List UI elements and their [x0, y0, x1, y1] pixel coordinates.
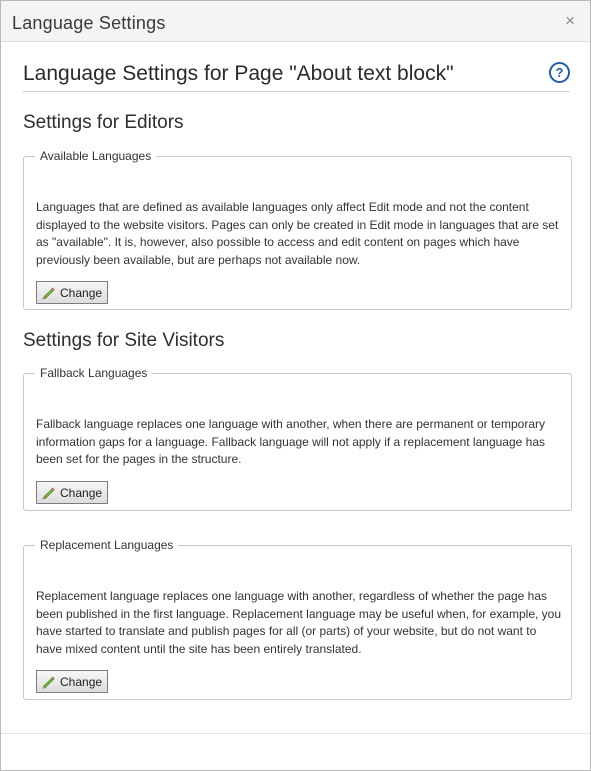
pencil-icon: [41, 287, 55, 300]
change-button-label: Change: [60, 285, 103, 300]
dialog-title: Language Settings: [12, 13, 166, 33]
fallback-languages-legend: Fallback Languages: [40, 366, 148, 380]
language-settings-dialog: Language Settings × Language Settings fo…: [0, 0, 591, 771]
visitors-section-heading: Settings for Site Visitors: [23, 330, 225, 351]
dialog-footer: [1, 733, 590, 770]
pencil-icon: [41, 487, 55, 500]
available-languages-description: Languages that are defined as available …: [36, 200, 559, 267]
replacement-languages-group: Replacement Languages Replacement langua…: [23, 538, 572, 700]
change-available-languages-button[interactable]: Change: [36, 281, 109, 304]
fallback-languages-group: Fallback Languages Fallback language rep…: [23, 366, 572, 511]
dialog-titlebar: Language Settings ×: [1, 1, 590, 42]
available-languages-group: Available Languages Languages that are d…: [23, 149, 572, 310]
fallback-languages-description: Fallback language replaces one language …: [36, 417, 545, 466]
page-title: Language Settings for Page "About text b…: [23, 62, 454, 85]
dialog-content: Language Settings for Page "About text b…: [1, 42, 590, 733]
heading-divider: [23, 91, 570, 92]
editors-section-heading: Settings for Editors: [23, 112, 184, 133]
replacement-languages-description: Replacement language replaces one langua…: [36, 589, 562, 656]
replacement-languages-legend: Replacement Languages: [40, 538, 174, 552]
pencil-icon: [41, 676, 55, 689]
change-replacement-languages-button[interactable]: Change: [36, 670, 109, 693]
help-icon[interactable]: ?: [549, 62, 570, 83]
change-button-label: Change: [60, 485, 103, 500]
close-icon[interactable]: ×: [565, 12, 575, 29]
change-button-label: Change: [60, 674, 103, 689]
change-fallback-languages-button[interactable]: Change: [36, 481, 109, 504]
available-languages-legend: Available Languages: [40, 149, 152, 163]
